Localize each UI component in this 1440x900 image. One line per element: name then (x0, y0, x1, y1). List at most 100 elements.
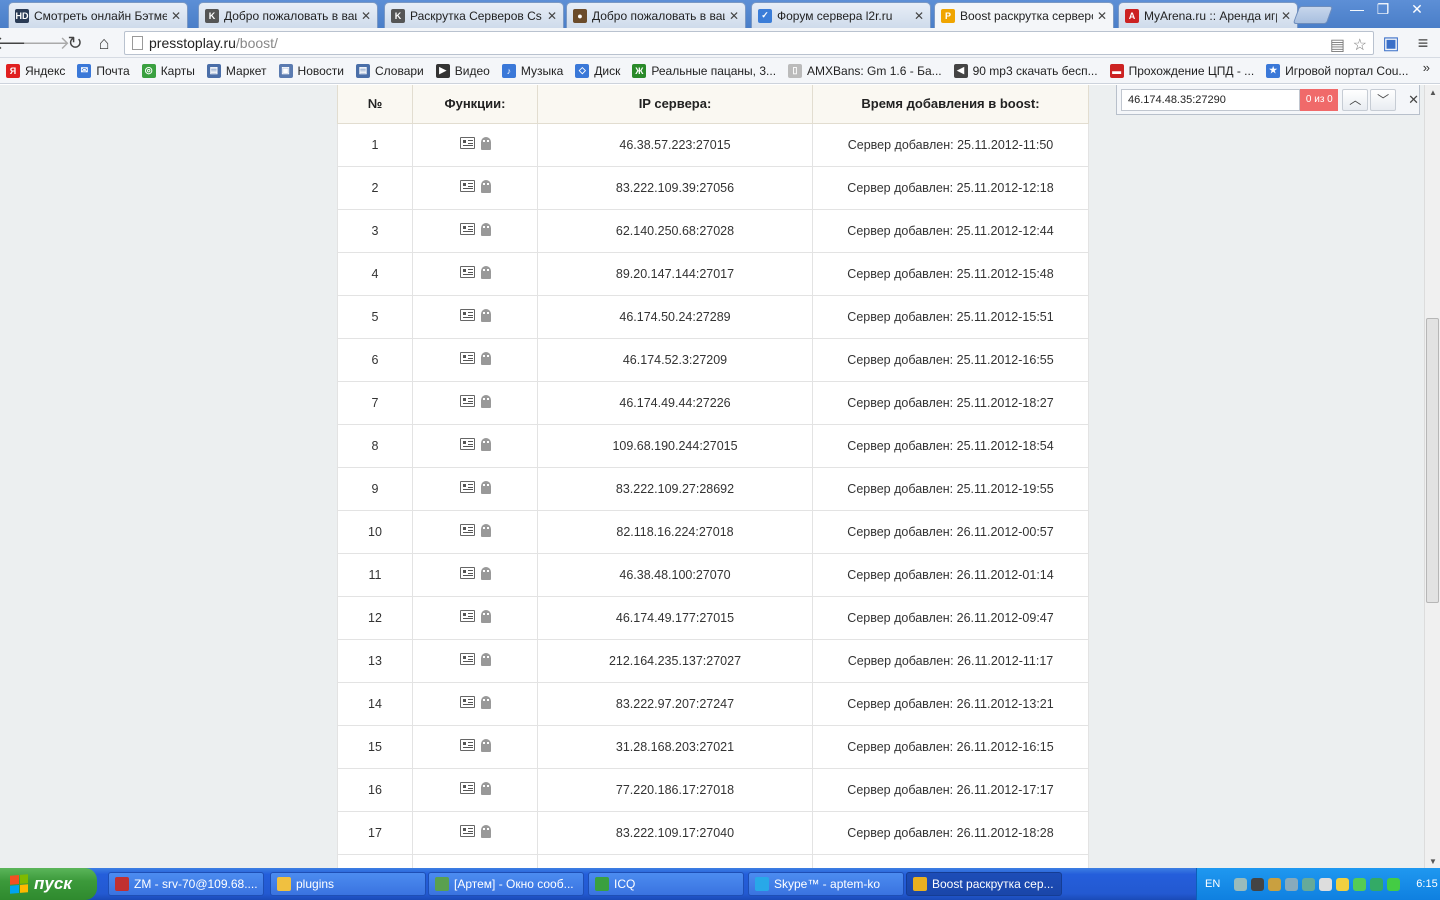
taskbar-task[interactable]: plugins (270, 872, 426, 896)
find-previous-button[interactable]: ︿ (1342, 88, 1369, 111)
menu-icon[interactable]: ≡ (1412, 32, 1434, 54)
server-info-icon[interactable] (459, 223, 475, 236)
scroll-down-arrow[interactable]: ▼ (1425, 854, 1440, 868)
bookmark-item[interactable]: ▯ AMXBans: Gm 1.6 - Ба... (788, 63, 942, 78)
ghost-icon[interactable] (480, 136, 491, 150)
browser-tab[interactable]: ✓ Форум сервера l2r.ru ✕ (751, 2, 931, 28)
bookmark-item[interactable]: ◎ Карты (141, 63, 195, 78)
tray-network-icon[interactable] (1285, 877, 1299, 891)
tab-close-icon[interactable]: ✕ (1281, 9, 1291, 23)
tray-steam-icon[interactable] (1251, 877, 1265, 891)
server-info-icon[interactable] (459, 739, 475, 752)
ghost-icon[interactable] (480, 738, 491, 752)
ghost-icon[interactable] (480, 609, 491, 623)
ghost-icon[interactable] (480, 695, 491, 709)
bookmark-star-icon[interactable]: ☆ (1353, 35, 1367, 55)
ghost-icon[interactable] (480, 480, 491, 494)
tab-close-icon[interactable]: ✕ (547, 9, 557, 23)
bookmark-item[interactable]: ♪ Музыка (501, 63, 563, 78)
server-info-icon[interactable] (459, 266, 475, 279)
bookmarks-overflow-icon[interactable]: » (1423, 60, 1430, 75)
extension-icon[interactable]: ▣ (1380, 32, 1402, 54)
minimize-icon[interactable]: — (1344, 0, 1370, 18)
taskbar-task[interactable]: Skype™ - aptem-ko (748, 872, 904, 896)
bookmark-item[interactable]: ◇ Диск (575, 63, 620, 78)
ghost-icon[interactable] (480, 523, 491, 537)
server-info-icon[interactable] (459, 524, 475, 537)
server-info-icon[interactable] (459, 825, 475, 838)
server-info-icon[interactable] (459, 782, 475, 795)
taskbar-task[interactable]: Boost раскрутка сер... (906, 872, 1062, 896)
ghost-icon[interactable] (480, 351, 491, 365)
bookmark-item[interactable]: ▤ Маркет (206, 63, 267, 78)
bookmark-item[interactable]: ▤ Словари (355, 63, 424, 78)
server-info-icon[interactable] (459, 610, 475, 623)
tray-back-icon[interactable] (1234, 877, 1248, 891)
tray-signal-icon[interactable] (1319, 877, 1333, 891)
browser-tab[interactable]: ● Добро пожаловать в ваш ✕ (566, 2, 746, 28)
vertical-scrollbar[interactable]: ▲ ▼ (1424, 85, 1440, 868)
tray-notes-icon[interactable] (1336, 877, 1350, 891)
taskbar-task[interactable]: ICQ (588, 872, 744, 896)
server-info-icon[interactable] (459, 309, 475, 322)
ghost-icon[interactable] (480, 652, 491, 666)
language-indicator[interactable]: EN (1205, 878, 1220, 890)
bookmark-item[interactable]: ◀ 90 mp3 скачать бесп... (953, 63, 1098, 78)
start-button[interactable]: пуск (0, 868, 97, 900)
tab-close-icon[interactable]: ✕ (729, 9, 739, 23)
restore-icon[interactable]: ❐ (1370, 0, 1396, 18)
tab-close-icon[interactable]: ✕ (914, 9, 924, 23)
address-bar[interactable]: presstoplay.ru/boost/ ▤ ☆ (124, 31, 1374, 55)
page-action-icon[interactable]: ▤ (1330, 35, 1345, 55)
server-info-icon[interactable] (459, 137, 475, 150)
browser-tab[interactable]: K Добро пожаловать в ваш ✕ (198, 2, 378, 28)
server-info-icon[interactable] (459, 395, 475, 408)
browser-tab[interactable]: A MyArena.ru :: Аренда игр ✕ (1118, 2, 1298, 28)
bookmark-item[interactable]: ★ Игровой портал Cou... (1266, 63, 1408, 78)
taskbar-task[interactable]: ZM - srv-70@109.68.... (108, 872, 264, 896)
ghost-icon[interactable] (480, 308, 491, 322)
browser-tab[interactable]: P Boost раскрутка серверо ✕ (934, 2, 1114, 28)
bookmark-item[interactable]: ▶ Видео (435, 63, 490, 78)
server-info-icon[interactable] (459, 653, 475, 666)
tray-recycle-icon[interactable] (1353, 877, 1367, 891)
ghost-icon[interactable] (480, 824, 491, 838)
home-button[interactable]: ⌂ (93, 32, 115, 54)
ghost-icon[interactable] (480, 566, 491, 580)
window-close-icon[interactable]: ✕ (1402, 0, 1432, 18)
bookmark-item[interactable]: ✉ Почта (77, 63, 130, 78)
find-next-button[interactable]: ﹀ (1370, 88, 1397, 111)
forward-button[interactable]: 🡒 (22, 32, 70, 54)
bookmark-item[interactable]: Я Яндекс (6, 63, 65, 78)
new-tab-button[interactable] (1292, 6, 1334, 24)
ghost-icon[interactable] (480, 394, 491, 408)
ghost-icon[interactable] (480, 437, 491, 451)
taskbar-task[interactable]: [Артем] - Окно сооб... (428, 872, 584, 896)
tray-update-icon[interactable] (1370, 877, 1384, 891)
tab-close-icon[interactable]: ✕ (1097, 9, 1107, 23)
bookmark-item[interactable]: ▣ Новости (278, 63, 344, 78)
server-info-icon[interactable] (459, 567, 475, 580)
ghost-icon[interactable] (480, 179, 491, 193)
tray-app-icon[interactable] (1268, 877, 1282, 891)
tray-monitor-icon[interactable] (1302, 877, 1316, 891)
server-info-icon[interactable] (459, 481, 475, 494)
browser-tab[interactable]: K Раскрутка Серверов Cs ✕ (384, 2, 564, 28)
tab-close-icon[interactable]: ✕ (171, 9, 181, 23)
browser-tab[interactable]: HD Смотреть онлайн Бэтмен ✕ (8, 2, 188, 28)
bookmark-item[interactable]: ▬ Прохождение ЦПД - ... (1109, 63, 1254, 78)
bookmark-item[interactable]: Ж Реальные пацаны, 3... (632, 63, 776, 78)
tray-icq-icon[interactable] (1387, 877, 1401, 891)
ghost-icon[interactable] (480, 265, 491, 279)
ghost-icon[interactable] (480, 222, 491, 236)
find-input[interactable] (1121, 88, 1301, 111)
server-info-icon[interactable] (459, 352, 475, 365)
server-info-icon[interactable] (459, 180, 475, 193)
server-info-icon[interactable] (459, 696, 475, 709)
find-close-icon[interactable]: ✕ (1408, 92, 1419, 108)
ghost-icon[interactable] (480, 781, 491, 795)
reload-button[interactable]: ↻ (64, 32, 86, 54)
tab-close-icon[interactable]: ✕ (361, 9, 371, 23)
scroll-thumb[interactable] (1426, 318, 1439, 603)
server-info-icon[interactable] (459, 438, 475, 451)
